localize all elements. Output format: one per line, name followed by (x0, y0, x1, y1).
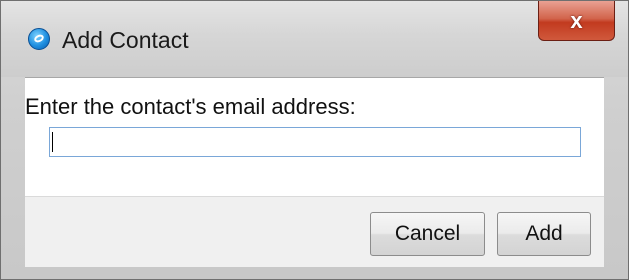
email-input[interactable] (49, 127, 581, 157)
email-prompt-label: Enter the contact's email address: (25, 94, 356, 119)
close-icon: x (570, 7, 583, 33)
add-contact-dialog: Add Contact x Enter the contact's email … (0, 0, 629, 280)
add-button[interactable]: Add (497, 212, 591, 256)
cancel-button[interactable]: Cancel (370, 212, 485, 256)
title-bar[interactable]: Add Contact x (1, 1, 628, 77)
app-logo-icon (28, 28, 50, 50)
dialog-title: Add Contact (62, 27, 189, 53)
close-button[interactable]: x (538, 1, 615, 41)
text-caret (52, 132, 53, 152)
